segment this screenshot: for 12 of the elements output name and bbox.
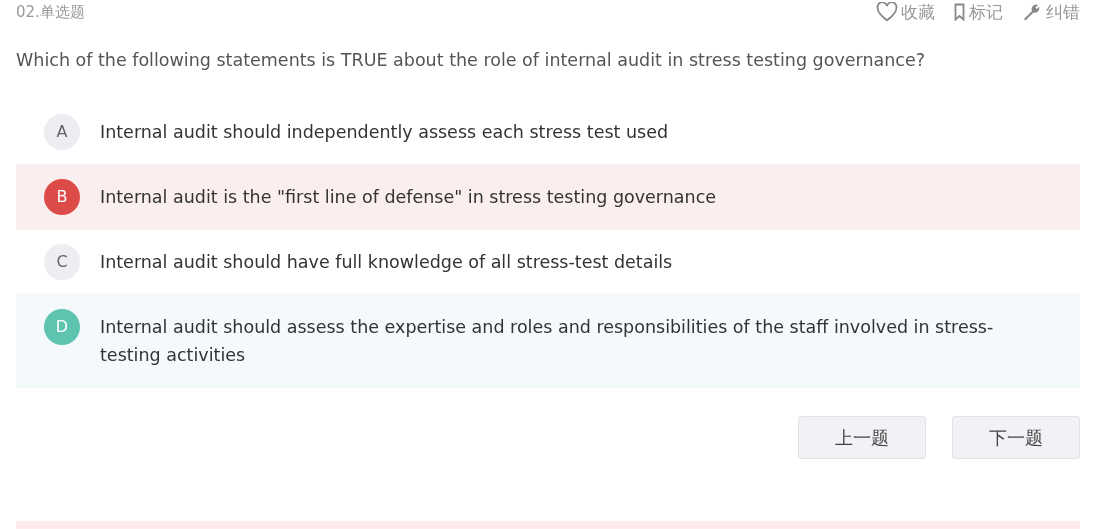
heart-icon [876, 2, 898, 22]
bookmark-icon [953, 3, 966, 21]
option-letter: D [44, 309, 80, 345]
question-number: 02.单选题 [16, 2, 85, 22]
answer-option[interactable]: B Internal audit is the "first line of defense" in stress testing governance [16, 165, 1080, 230]
question-text: Which of the following statements is TRUE about the role of internal audit in stress testing governance? [16, 50, 926, 70]
option-letter: C [44, 244, 80, 280]
nav-button[interactable]: 上一题 [798, 416, 926, 459]
option-letter: B [44, 179, 80, 215]
answer-option[interactable]: D Internal audit should assess the expertise and roles and responsibilities of the staff involved in stress-testing activities [16, 295, 1080, 388]
option-letter: A [44, 114, 80, 150]
nav-button[interactable]: 下一题 [952, 416, 1080, 459]
